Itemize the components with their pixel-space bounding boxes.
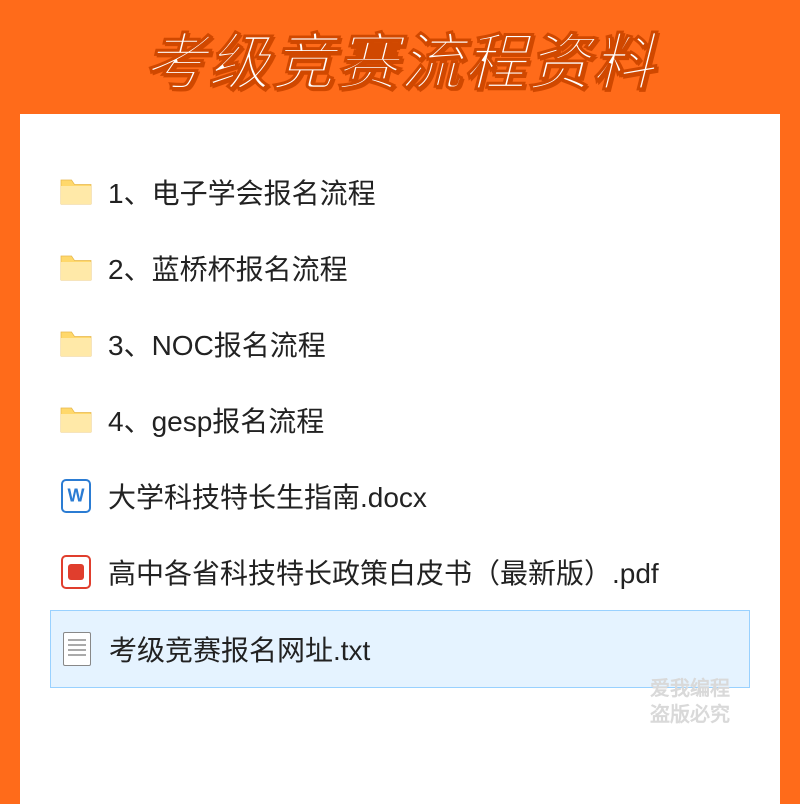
file-name-label: 1、电子学会报名流程	[108, 172, 376, 212]
list-item[interactable]: 4、gesp报名流程	[50, 382, 750, 458]
watermark-line: 盗版必究	[650, 702, 730, 728]
list-item[interactable]: 考级竞赛报名网址.txt	[50, 610, 750, 688]
watermark-line: 爱我编程	[650, 676, 730, 702]
page-title: 考级竞赛流程资料	[0, 12, 800, 102]
pdf-file-icon	[58, 554, 94, 590]
file-name-label: 2、蓝桥杯报名流程	[108, 248, 348, 288]
folder-icon	[58, 402, 94, 438]
folder-icon	[58, 326, 94, 362]
file-name-label: 4、gesp报名流程	[108, 400, 324, 440]
docx-file-icon	[58, 478, 94, 514]
file-list: 1、电子学会报名流程 2、蓝桥杯报名流程 3、NOC报名流程 4、gesp报名流…	[50, 154, 750, 688]
file-name-label: 考级竞赛报名网址.txt	[109, 629, 370, 669]
list-item[interactable]: 高中各省科技特长政策白皮书（最新版）.pdf	[50, 534, 750, 610]
txt-file-icon	[59, 631, 95, 667]
list-item[interactable]: 1、电子学会报名流程	[50, 154, 750, 230]
page-header: 考级竞赛流程资料	[0, 0, 800, 114]
list-item[interactable]: 3、NOC报名流程	[50, 306, 750, 382]
file-name-label: 3、NOC报名流程	[108, 324, 326, 364]
list-item[interactable]: 2、蓝桥杯报名流程	[50, 230, 750, 306]
list-item[interactable]: 大学科技特长生指南.docx	[50, 458, 750, 534]
folder-icon	[58, 174, 94, 210]
watermark: 爱我编程 盗版必究	[650, 676, 730, 728]
file-name-label: 大学科技特长生指南.docx	[108, 476, 427, 516]
folder-icon	[58, 250, 94, 286]
file-name-label: 高中各省科技特长政策白皮书（最新版）.pdf	[108, 552, 659, 592]
